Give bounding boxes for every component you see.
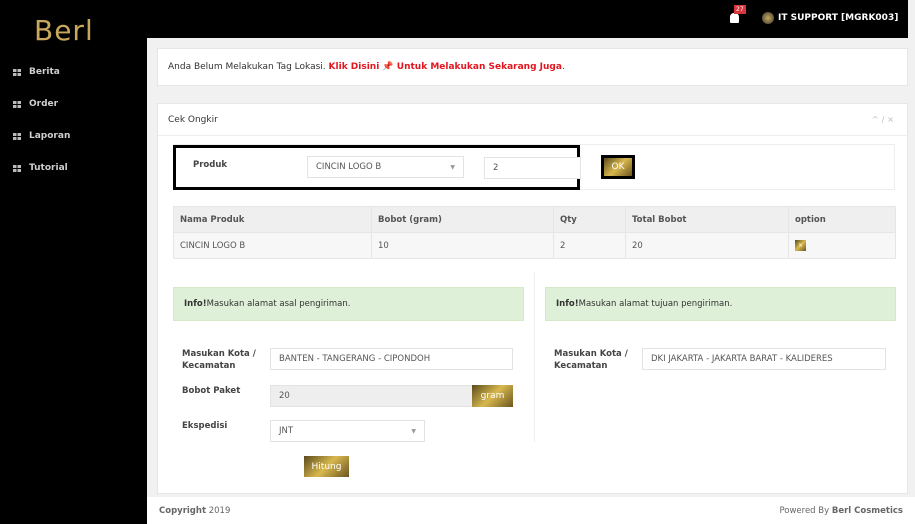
year: 2019 xyxy=(206,505,231,516)
powered-text: Powered By xyxy=(779,505,832,516)
copyright: Copyright 2019 xyxy=(159,506,230,516)
panel-title: Cek Ongkir xyxy=(168,115,218,125)
sidebar-item-order[interactable]: Order xyxy=(13,99,58,109)
user-name: IT SUPPORT [MGRK003] xyxy=(778,13,899,23)
chevron-down-icon: ▼ xyxy=(411,427,416,435)
alert-end: . xyxy=(561,62,565,72)
info-bold: Info! xyxy=(556,299,579,309)
delete-icon[interactable]: × xyxy=(795,240,806,251)
selected-courier: JNT xyxy=(279,426,294,436)
hitung-button[interactable]: Hitung xyxy=(304,456,349,477)
col-header: Qty xyxy=(553,206,626,233)
info-text: Masukan alamat tujuan pengiriman. xyxy=(578,299,733,309)
courier-label: Ekspedisi xyxy=(182,421,228,431)
brand-link[interactable]: Berl Cosmetics xyxy=(832,506,903,516)
product-select[interactable]: CINCIN LOGO B ▼ xyxy=(307,156,464,178)
courier-select[interactable]: JNT ▼ xyxy=(270,420,425,442)
col-header: option xyxy=(788,206,896,233)
sidebar: Berl Berita Order Laporan Tutorial xyxy=(0,0,147,524)
cell: 10 xyxy=(371,232,554,259)
sidebar-item-tutorial[interactable]: Tutorial xyxy=(13,163,68,173)
notification-badge: 27 xyxy=(734,5,746,14)
selected-product: CINCIN LOGO B xyxy=(316,162,382,172)
logo: Berl xyxy=(34,14,94,47)
destination-info: Info! Masukan alamat tujuan pengiriman. xyxy=(545,287,896,321)
table-header: Nama Produk Bobot (gram) Qty Total Bobot… xyxy=(173,206,896,233)
cell: 20 xyxy=(625,232,789,259)
product-label: Produk xyxy=(193,160,228,170)
info-text: Masukan alamat asal pengiriman. xyxy=(206,299,351,309)
label: Berita xyxy=(29,67,60,77)
grid-icon xyxy=(13,100,21,108)
label: Laporan xyxy=(29,131,71,141)
cell: CINCIN LOGO B xyxy=(173,232,372,259)
info-bold: Info! xyxy=(184,299,207,309)
tag-location-link[interactable]: Klik Disini 📌 Untuk Melakukan Sekarang J… xyxy=(329,62,562,72)
chevron-up-icon[interactable]: ^ xyxy=(872,115,882,124)
powered-by: Powered By Berl Cosmetics xyxy=(779,506,903,516)
label: Tutorial xyxy=(29,163,68,173)
bell-icon[interactable] xyxy=(730,13,739,23)
destination-city-input[interactable]: DKI JAKARTA - JAKARTA BARAT - KALIDERES xyxy=(642,348,886,370)
gram-addon: gram xyxy=(472,385,513,407)
cell: × xyxy=(788,232,896,259)
ok-button[interactable]: OK xyxy=(601,155,635,179)
user-menu[interactable]: IT SUPPORT [MGRK003] xyxy=(762,12,898,24)
cell: 2 xyxy=(553,232,626,259)
grid-icon xyxy=(13,68,21,76)
col-header: Nama Produk xyxy=(173,206,372,233)
origin-city-label: Masukan Kota / Kecamatan xyxy=(182,349,256,371)
sidebar-item-laporan[interactable]: Laporan xyxy=(13,131,70,141)
table-row: CINCIN LOGO B 10 2 20 × xyxy=(173,232,896,259)
grid-icon xyxy=(13,164,21,172)
destination-city-label: Masukan Kota / Kecamatan xyxy=(554,349,628,371)
col-header: Total Bobot xyxy=(625,206,789,233)
footer: Copyright 2019 Powered By Berl Cosmetics xyxy=(147,497,915,524)
close-icon[interactable]: × xyxy=(887,115,897,124)
copyright-bold: Copyright xyxy=(159,505,207,516)
location-alert: Anda Belum Melakukan Tag Lokasi. Klik Di… xyxy=(157,48,908,86)
avatar xyxy=(762,12,774,24)
product-table: Nama Produk Bobot (gram) Qty Total Bobot… xyxy=(173,206,896,259)
chevron-down-icon: ▼ xyxy=(450,163,455,171)
origin-info: Info! Masukan alamat asal pengiriman. xyxy=(173,287,524,321)
origin-city-input[interactable]: BANTEN - TANGERANG - CIPONDOH xyxy=(270,348,513,370)
col-header: Bobot (gram) xyxy=(371,206,554,233)
topbar: 27 IT SUPPORT [MGRK003] xyxy=(147,0,908,38)
sidebar-item-berita[interactable]: Berita xyxy=(13,67,60,77)
alert-text: Anda Belum Melakukan Tag Lokasi. xyxy=(168,62,326,72)
qty-input[interactable]: 2 xyxy=(484,157,581,179)
label: Order xyxy=(29,99,59,109)
cek-ongkir-panel: Cek Ongkir ^∕× Produk CINCIN LOGO B ▼ 2 O… xyxy=(157,103,908,494)
grid-icon xyxy=(13,132,21,140)
weight-label: Bobot Paket xyxy=(182,386,241,396)
panel-tools: ^∕× xyxy=(872,115,897,124)
